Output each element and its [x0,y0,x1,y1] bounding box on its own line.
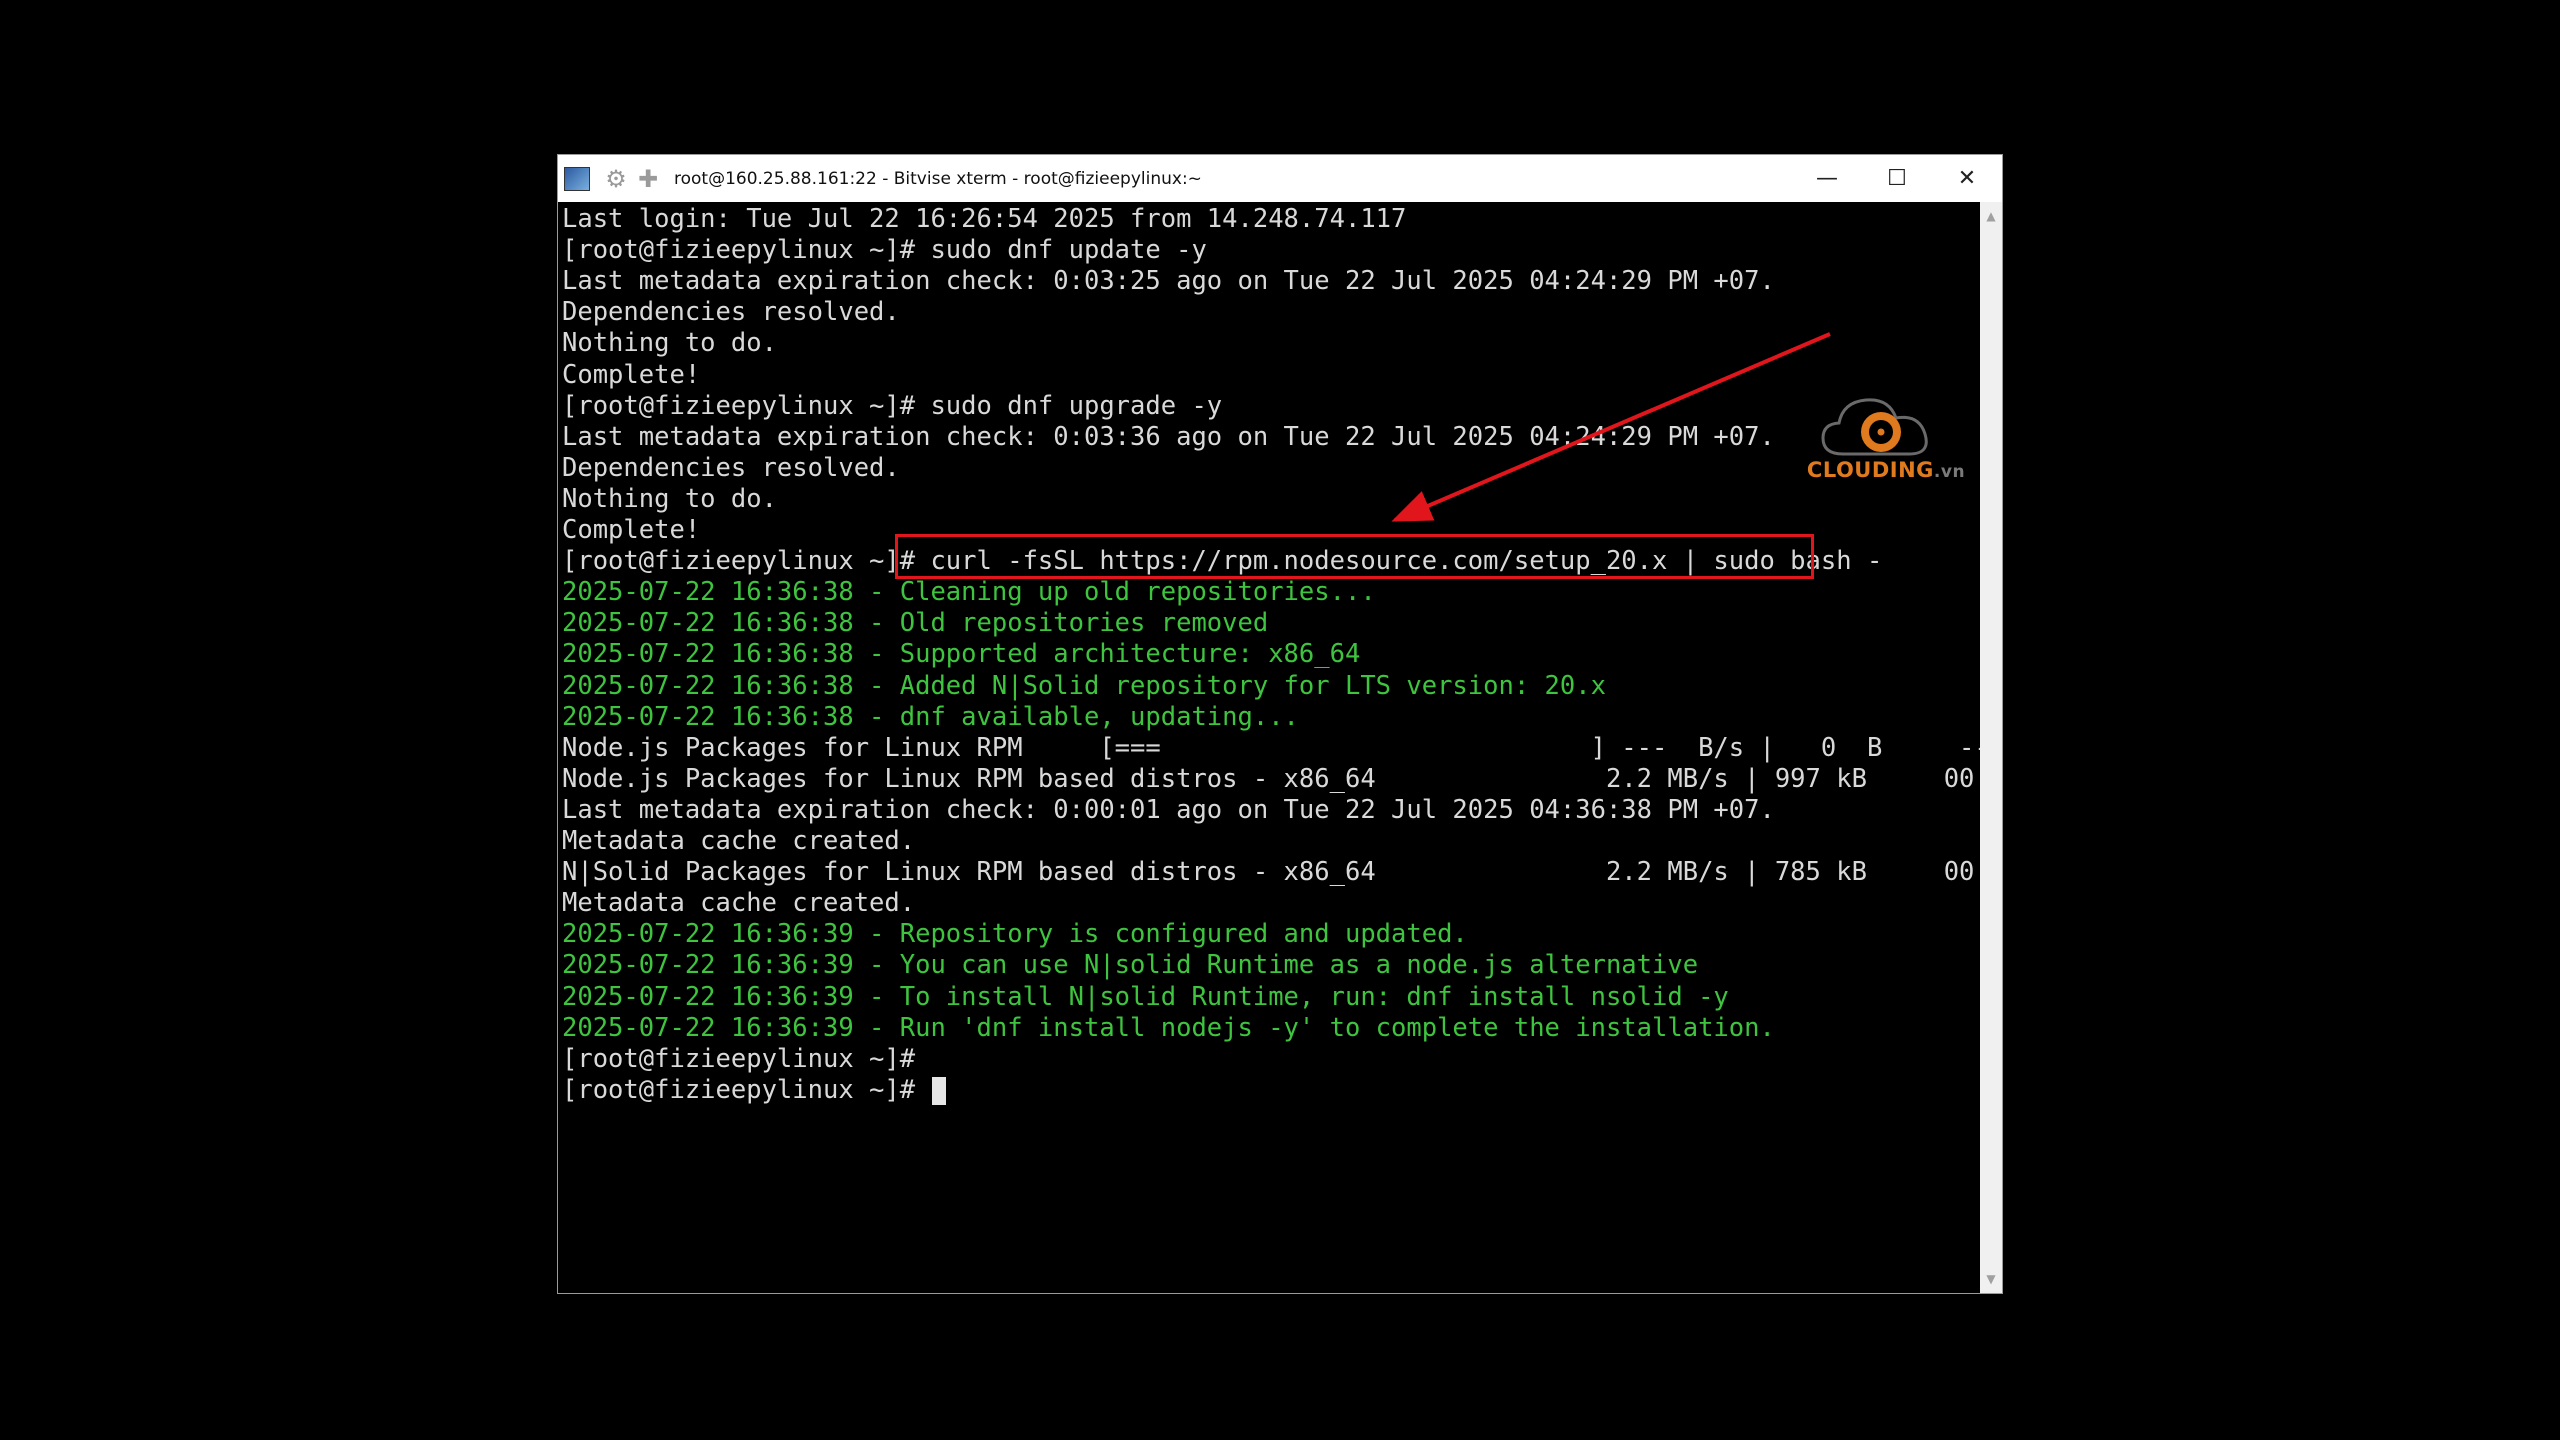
terminal-line: Complete! [562,359,701,390]
terminal-line: [root@fizieepylinux ~]# [562,1043,916,1074]
maximize-button[interactable]: ☐ [1862,155,1932,202]
terminal-line: 2025-07-22 16:36:39 - Repository is conf… [562,919,1468,950]
terminal-line: Last metadata expiration check: 0:03:25 … [562,266,1775,297]
terminal-cursor [932,1076,947,1105]
gear-icon[interactable]: ⚙ [602,165,630,193]
terminal-output[interactable]: Last login: Tue Jul 22 16:26:54 2025 fro… [560,202,1980,1290]
close-button[interactable]: ✕ [1932,155,2002,202]
clouding-logo: CLOUDING.vn [1801,392,1971,502]
terminal-line: 2025-07-22 16:36:38 - Old repositories r… [562,608,1269,639]
command-highlight-box [895,534,1814,579]
terminal-line: Last metadata expiration check: 0:03:36 … [562,421,1775,452]
title-bar[interactable]: ⚙ ✚ root@160.25.88.161:22 - Bitvise xter… [558,155,2002,202]
cloud-logo-icon [1821,398,1928,456]
terminal-line: [root@fizieepylinux ~]# sudo dnf update … [562,235,1207,266]
app-icon[interactable] [564,166,590,191]
terminal-line: Node.js Packages for Linux RPM [=== ] --… [562,732,1980,763]
terminal-line: Last metadata expiration check: 0:00:01 … [562,794,1775,825]
vertical-scrollbar[interactable]: ▲ ▼ [1980,202,2002,1293]
terminal-line: Metadata cache created. [562,888,916,919]
terminal-line: [root@fizieepylinux ~]# [562,1075,947,1106]
terminal-line: Metadata cache created. [562,826,916,856]
scroll-up-icon[interactable]: ▲ [1980,206,2002,226]
terminal-line: 2025-07-22 16:36:39 - To install N|solid… [562,981,1729,1012]
logo-text: CLOUDING.vn [1806,458,1966,482]
terminal-line: Nothing to do. [562,328,777,359]
new-terminal-icon[interactable]: ✚ [634,165,662,193]
terminal-line: Dependencies resolved. [562,452,900,483]
terminal-line: Nothing to do. [562,483,777,514]
terminal-line: 2025-07-22 16:36:39 - Run 'dnf install n… [562,1012,1775,1043]
terminal-line: N|Solid Packages for Linux RPM based dis… [562,857,1980,888]
scroll-down-icon[interactable]: ▼ [1980,1269,2002,1289]
minimize-button[interactable]: — [1792,155,1862,202]
window-controls: — ☐ ✕ [1792,155,2002,202]
terminal-line: 2025-07-22 16:36:38 - Added N|Solid repo… [562,670,1606,701]
window-title: root@160.25.88.161:22 - Bitvise xterm - … [674,168,1202,189]
terminal-line: 2025-07-22 16:36:38 - Cleaning up old re… [562,577,1376,608]
terminal-line: [root@fizieepylinux ~]# sudo dnf upgrade… [562,390,1223,421]
terminal-line: Complete! [562,515,701,545]
terminal-line: Last login: Tue Jul 22 16:26:54 2025 fro… [562,204,1407,234]
terminal-line: 2025-07-22 16:36:38 - Supported architec… [562,639,1361,670]
terminal-line: Dependencies resolved. [562,297,900,328]
terminal-line: 2025-07-22 16:36:39 - You can use N|soli… [562,950,1699,981]
terminal-line: Node.js Packages for Linux RPM based dis… [562,763,1980,794]
terminal-line: 2025-07-22 16:36:38 - dnf available, upd… [562,701,1299,732]
terminal-window: ⚙ ✚ root@160.25.88.161:22 - Bitvise xter… [557,154,2003,1294]
